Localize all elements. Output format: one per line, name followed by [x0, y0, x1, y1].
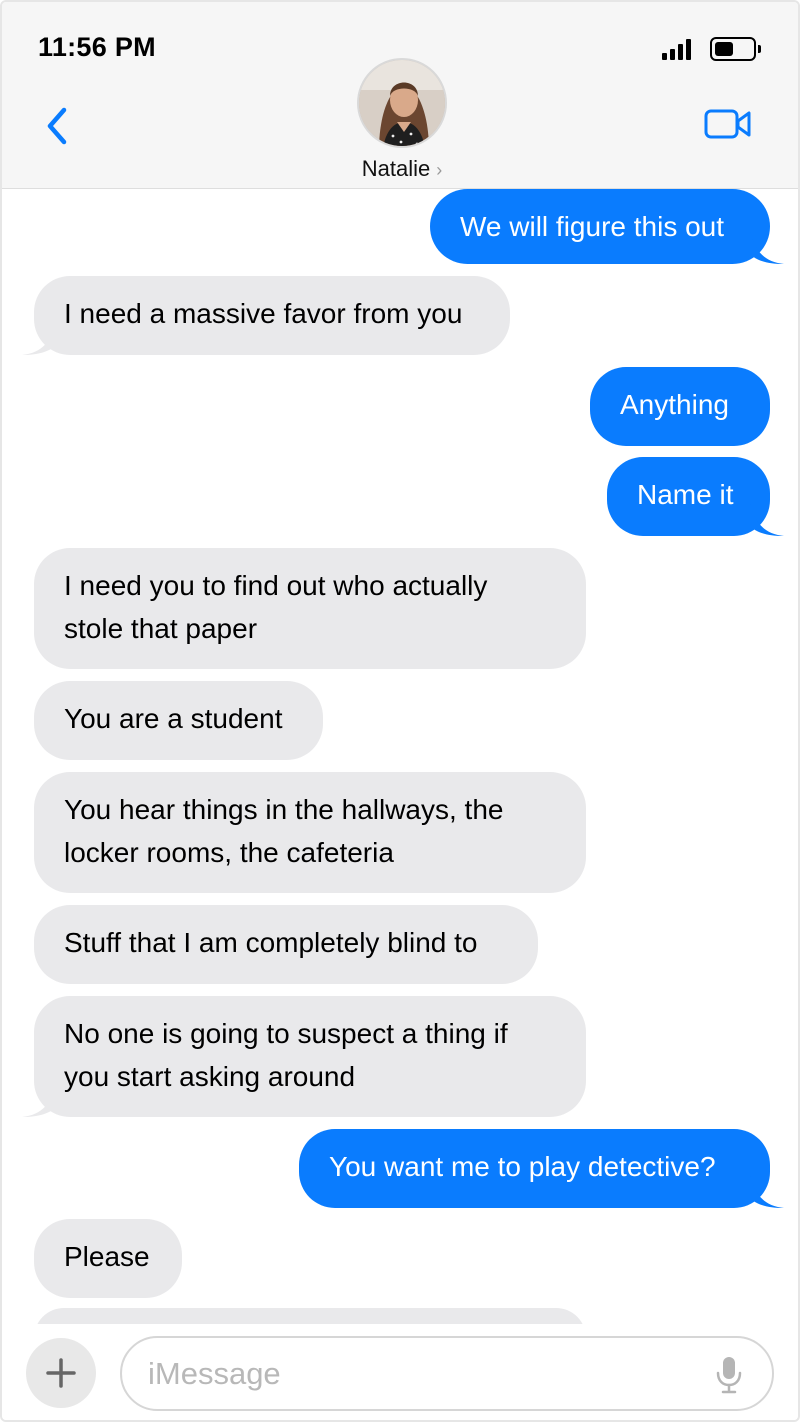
outgoing-message[interactable]: Anything — [590, 367, 770, 446]
contact-name: Natalie — [361, 156, 431, 181]
outgoing-message[interactable]: You want me to play detective? — [299, 1129, 770, 1208]
bubble-tail — [750, 1174, 784, 1208]
incoming-message[interactable]: I need you to find out who actually stol… — [34, 548, 586, 669]
add-attachment-button[interactable] — [26, 1338, 96, 1408]
battery-icon — [710, 37, 762, 61]
incoming-message[interactable]: Please — [34, 1219, 182, 1298]
incoming-message[interactable]: You are a student — [34, 681, 323, 760]
dictation-button[interactable] — [712, 1354, 746, 1396]
back-button[interactable] — [42, 106, 76, 146]
incoming-message[interactable]: Stuff that I am completely blind to — [34, 905, 538, 984]
conversation-header: 11:56 PM Natalie › — [2, 2, 798, 189]
video-call-button[interactable] — [702, 106, 754, 142]
incoming-message[interactable]: No one is going to suspect a thing if yo… — [34, 996, 586, 1117]
chevron-left-icon — [47, 107, 67, 145]
incoming-message[interactable]: I need a massive favor from you — [34, 276, 510, 355]
messages-screen: 11:56 PM Natalie › We will figure this o… — [0, 0, 800, 1422]
cellular-signal-icon — [662, 38, 692, 60]
bubble-tail — [750, 230, 784, 264]
video-camera-icon — [704, 109, 751, 139]
microphone-icon — [716, 1357, 742, 1394]
incoming-message[interactable]: You hear things in the hallways, the loc… — [34, 772, 586, 893]
bubble-tail — [750, 502, 784, 536]
status-time: 11:56 PM — [38, 32, 156, 62]
contact-name-button[interactable]: Natalie › — [2, 156, 798, 182]
message-input[interactable] — [148, 1350, 688, 1398]
outgoing-message[interactable]: We will figure this out — [430, 189, 770, 264]
outgoing-message[interactable]: Name it — [607, 457, 770, 536]
chevron-right-icon: › — [436, 160, 443, 180]
bubble-tail — [22, 321, 56, 355]
bubble-tail — [22, 1083, 56, 1117]
message-input-container[interactable] — [120, 1336, 774, 1411]
contact-avatar[interactable] — [357, 58, 447, 148]
plus-icon — [46, 1358, 76, 1388]
